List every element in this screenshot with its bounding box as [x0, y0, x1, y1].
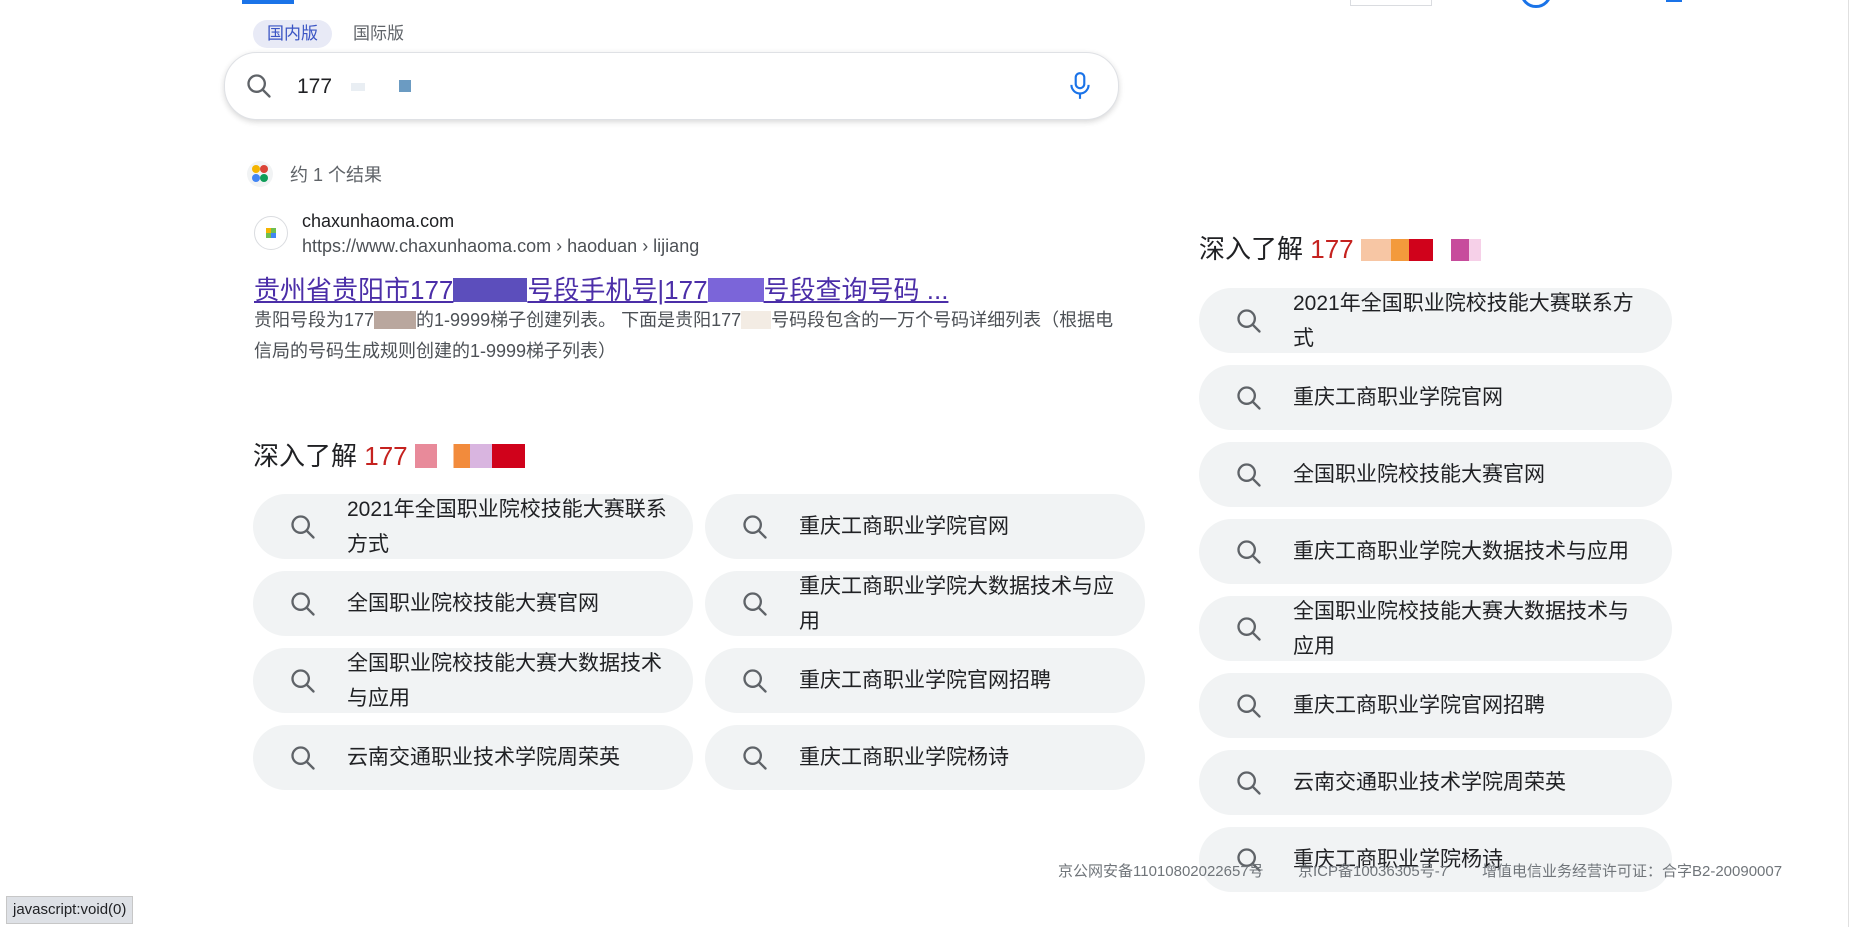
explore-chip[interactable]: 重庆工商职业学院大数据技术与应用	[705, 571, 1145, 636]
browser-status-bar: javascript:void(0)	[6, 896, 134, 924]
redacted-block	[351, 83, 365, 91]
search-icon	[1235, 615, 1263, 643]
explore-chip[interactable]: 全国职业院校技能大赛官网	[1199, 442, 1672, 507]
explore-chip[interactable]: 重庆工商职业学院大数据技术与应用	[1199, 519, 1672, 584]
explore-chip[interactable]: 重庆工商职业学院官网	[705, 494, 1145, 559]
side-explore-heading: 深入了解 177	[1199, 229, 1481, 266]
explore-chip-label: 重庆工商职业学院官网招聘	[1293, 694, 1545, 717]
explore-chip-label: 重庆工商职业学院官网	[799, 515, 1009, 538]
site-url[interactable]: https://www.chaxunhaoma.com › haoduan › …	[302, 236, 699, 257]
redacted-block	[741, 311, 772, 329]
search-icon	[289, 590, 317, 618]
search-icon	[741, 513, 769, 541]
redacted-block	[414, 444, 525, 468]
explore-chip-label: 全国职业院校技能大赛官网	[347, 592, 599, 615]
explore-chip[interactable]: 重庆工商职业学院杨诗	[705, 725, 1145, 790]
explore-chip[interactable]: 全国职业院校技能大赛大数据技术与应用	[253, 648, 693, 713]
redacted-block	[453, 278, 528, 302]
footer-icp[interactable]: 京ICP备10036305号-7	[1298, 860, 1448, 881]
explore-chip-label: 2021年全国职业院校技能大赛联系方式	[1293, 291, 1634, 350]
search-icon	[1235, 461, 1263, 489]
explore-chip-label: 重庆工商职业学院官网招聘	[799, 669, 1051, 692]
explore-chip-label: 重庆工商职业学院杨诗	[799, 746, 1009, 769]
search-icon	[741, 590, 769, 618]
explore-chip-label: 全国职业院校技能大赛大数据技术与应用	[1293, 599, 1629, 658]
explore-heading-label: 深入了解	[1199, 234, 1304, 264]
search-icon	[289, 667, 317, 695]
explore-chip-label: 云南交通职业技术学院周荣英	[347, 746, 620, 769]
search-icon	[1235, 538, 1263, 566]
footer-beian[interactable]: 京公网安备11010802022657号	[1058, 860, 1264, 881]
redacted-block	[374, 311, 417, 329]
explore-chip-label: 云南交通职业技术学院周荣英	[1293, 771, 1566, 794]
explore-chip[interactable]: 2021年全国职业院校技能大赛联系方式	[1199, 288, 1672, 353]
tab-international[interactable]: 国际版	[339, 20, 418, 48]
search-box[interactable]	[224, 52, 1119, 120]
explore-chip[interactable]: 全国职业院校技能大赛大数据技术与应用	[1199, 596, 1672, 661]
snippet-part: 贵阳号段为177	[254, 310, 375, 330]
search-icon	[289, 513, 317, 541]
explore-chip[interactable]: 云南交通职业技术学院周荣英	[253, 725, 693, 790]
result-title-part: 号段查询号码 ...	[763, 275, 949, 305]
footer-license[interactable]: 增值电信业务经营许可证：合字B2-20090007	[1482, 860, 1782, 881]
redacted-block	[399, 80, 411, 92]
search-icon	[1235, 307, 1263, 335]
results-info-icon	[247, 161, 273, 187]
top-right-button[interactable]	[1350, 0, 1432, 6]
explore-heading: 深入了解 177	[253, 436, 525, 473]
explore-chip-label: 重庆工商职业学院大数据技术与应用	[799, 574, 1114, 633]
explore-query: 177	[1310, 234, 1354, 264]
search-icon	[1235, 384, 1263, 412]
explore-chip-label: 全国职业院校技能大赛大数据技术与应用	[347, 651, 662, 710]
explore-query: 177	[364, 441, 408, 471]
explore-chip[interactable]: 云南交通职业技术学院周荣英	[1199, 750, 1672, 815]
explore-chip[interactable]: 全国职业院校技能大赛官网	[253, 571, 693, 636]
explore-chip-label: 2021年全国职业院校技能大赛联系方式	[347, 497, 667, 556]
tab-domestic[interactable]: 国内版	[253, 20, 332, 48]
results-count: 约 1 个结果	[290, 165, 383, 185]
explore-chip[interactable]: 重庆工商职业学院官网招聘	[705, 648, 1145, 713]
site-name[interactable]: chaxunhaoma.com	[302, 211, 454, 232]
snippet-part: 的1-9999梯子创建列表。 下面是贵阳177	[416, 310, 742, 330]
search-icon	[1235, 769, 1263, 797]
redacted-block	[707, 278, 764, 302]
result-title-part: 贵州省贵阳市177	[254, 275, 454, 305]
site-favicon[interactable]	[254, 216, 288, 250]
explore-chip[interactable]: 2021年全国职业院校技能大赛联系方式	[253, 494, 693, 559]
result-snippet: 贵阳号段为177 的1-9999梯子创建列表。 下面是贵阳177 号码段包含的一万个…	[254, 305, 1114, 367]
result-title-link[interactable]: 贵州省贵阳市177 号段手机号|177 号段查询号码 ...	[254, 270, 948, 307]
explore-chip[interactable]: 重庆工商职业学院官网	[1199, 365, 1672, 430]
search-icon	[289, 744, 317, 772]
microphone-icon[interactable]	[1067, 71, 1093, 101]
search-icon[interactable]	[245, 72, 273, 100]
result-title-part: 号段手机号|177	[527, 275, 708, 305]
search-icon	[1235, 692, 1263, 720]
explore-chip[interactable]: 重庆工商职业学院官网招聘	[1199, 673, 1672, 738]
menu-icon[interactable]	[1666, 0, 1682, 2]
account-icon[interactable]	[1520, 0, 1552, 8]
active-tab-indicator	[242, 0, 294, 4]
explore-chip-label: 重庆工商职业学院大数据技术与应用	[1293, 540, 1629, 563]
explore-chip-label: 全国职业院校技能大赛官网	[1293, 463, 1545, 486]
explore-chip-label: 重庆工商职业学院官网	[1293, 386, 1503, 409]
redacted-block	[1360, 239, 1481, 261]
explore-heading-label: 深入了解	[253, 441, 358, 471]
search-icon	[741, 744, 769, 772]
favicon-icon	[266, 228, 276, 238]
search-icon	[741, 667, 769, 695]
